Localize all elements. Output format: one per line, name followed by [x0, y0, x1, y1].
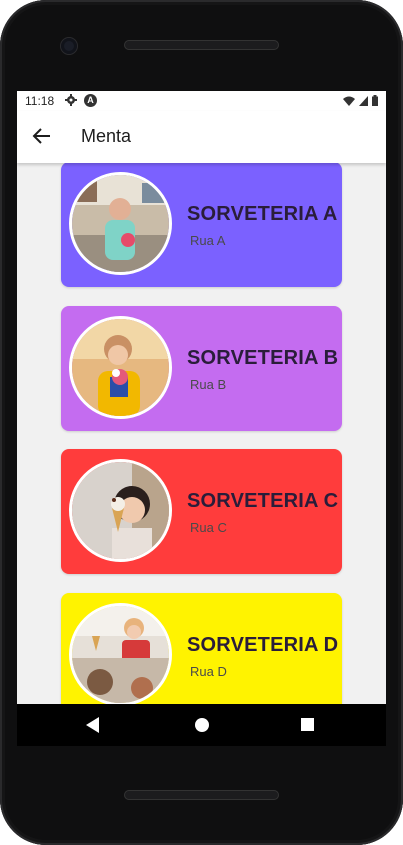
shop-card-b[interactable]: SORVETERIA B Rua B [61, 306, 342, 431]
status-icons [343, 95, 378, 106]
screen: 11:18 A Menta SORVETERIA A Rua A SORVETE… [17, 91, 386, 704]
shop-photo-a [72, 175, 169, 272]
shop-name: SORVETERIA B [187, 347, 339, 369]
page-title: Menta [81, 126, 132, 146]
shop-name: SORVETERIA D [187, 634, 339, 656]
shop-list: SORVETERIA A Rua A SORVETERIA B Rua B SO… [17, 163, 386, 704]
shop-photo-c [72, 462, 169, 559]
shop-name: SORVETERIA C [187, 490, 339, 512]
nav-home-icon[interactable] [195, 718, 209, 732]
system-nav-bar [17, 704, 386, 746]
signal-icon [359, 95, 368, 106]
shop-avatar [69, 172, 172, 275]
shop-name: SORVETERIA A [187, 203, 338, 225]
status-time: 11:18 [25, 94, 55, 108]
settings-icon [65, 94, 77, 106]
back-arrow-icon[interactable] [31, 125, 53, 147]
android-auto-icon: A [84, 94, 97, 107]
shop-photo-b [72, 319, 169, 416]
shop-photo-d [72, 606, 169, 703]
shop-avatar [69, 603, 172, 704]
battery-icon [372, 95, 378, 106]
nav-back-icon[interactable] [86, 717, 100, 733]
shop-address: Rua A [190, 233, 226, 248]
shop-card-c[interactable]: SORVETERIA C Rua C [61, 449, 342, 574]
top-speaker [124, 40, 279, 50]
shop-address: Rua D [190, 664, 227, 679]
wifi-icon [343, 96, 355, 106]
front-camera [61, 38, 77, 54]
shop-avatar [69, 459, 172, 562]
bottom-speaker [124, 790, 279, 800]
phone-frame: 11:18 A Menta SORVETERIA A Rua A SORVETE… [0, 0, 403, 845]
shop-address: Rua B [190, 377, 227, 392]
shop-address: Rua C [190, 520, 227, 535]
status-bar: 11:18 A [17, 91, 386, 111]
app-bar: Menta [17, 111, 386, 163]
shop-card-d[interactable]: SORVETERIA D Rua D [61, 593, 342, 704]
nav-recents-icon[interactable] [301, 718, 314, 731]
shop-avatar [69, 316, 172, 419]
shop-card-a[interactable]: SORVETERIA A Rua A [61, 163, 342, 287]
